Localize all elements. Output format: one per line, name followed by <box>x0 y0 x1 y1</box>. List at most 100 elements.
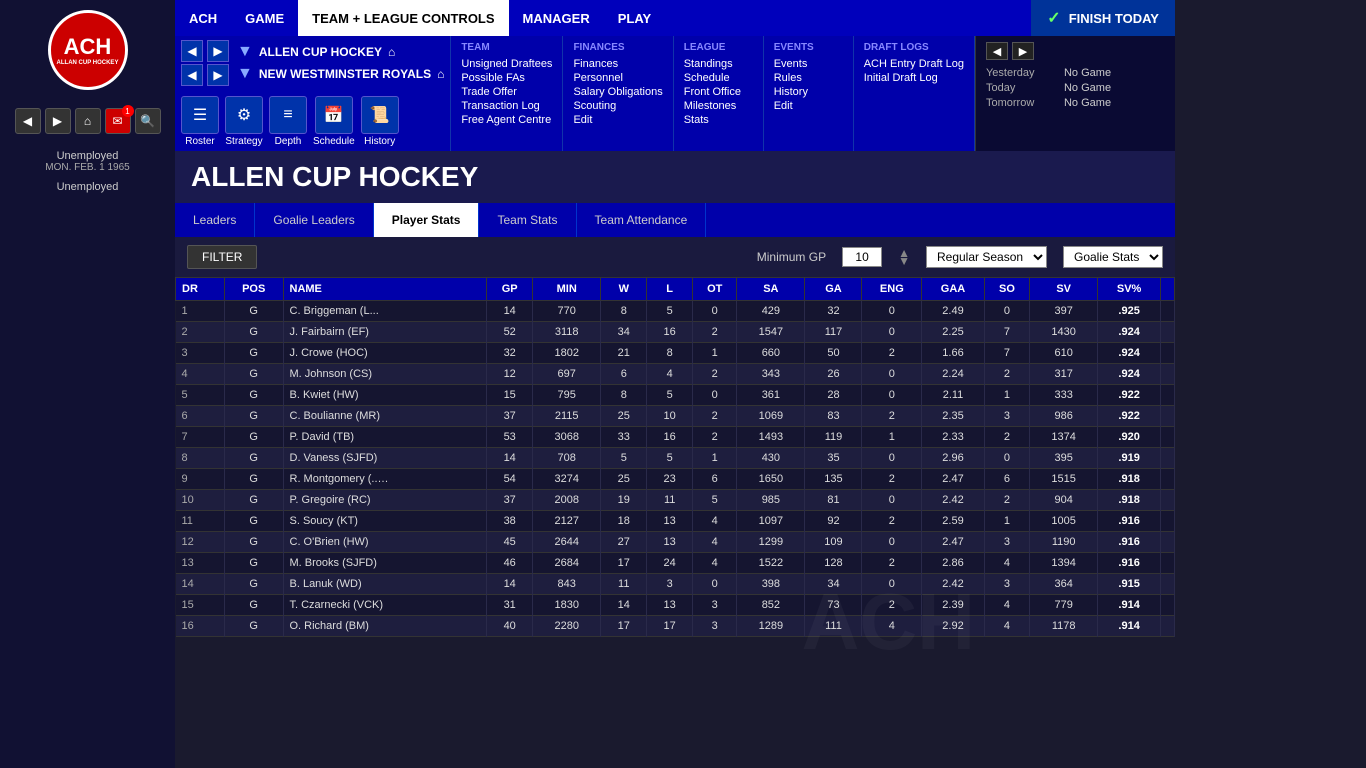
nav-play[interactable]: PLAY <box>604 0 665 36</box>
col-eng[interactable]: ENG <box>862 278 922 301</box>
events-menu-rules[interactable]: Rules <box>774 71 843 85</box>
table-row[interactable]: 16 G O. Richard (BM) 40 2280 17 17 3 128… <box>176 616 1175 637</box>
games-nav-next[interactable]: ▶ <box>1012 42 1034 60</box>
col-name[interactable]: NAME <box>283 278 487 301</box>
col-gaa[interactable]: GAA <box>922 278 985 301</box>
events-menu-history[interactable]: History <box>774 85 843 99</box>
tab-team-stats[interactable]: Team Stats <box>479 203 576 237</box>
finances-menu-finances[interactable]: Finances <box>573 57 662 71</box>
table-row[interactable]: 12 G C. O'Brien (HW) 45 2644 27 13 4 129… <box>176 532 1175 553</box>
table-row[interactable]: 8 G D. Vaness (SJFD) 14 708 5 5 1 430 35… <box>176 448 1175 469</box>
table-row[interactable]: 10 G P. Gregoire (RC) 37 2008 19 11 5 98… <box>176 490 1175 511</box>
events-menu-events[interactable]: Events <box>774 57 843 71</box>
nav-prev-next[interactable]: ◀ ▶ ⌂ ✉1 🔍 <box>15 108 161 134</box>
table-row[interactable]: 11 G S. Soucy (KT) 38 2127 18 13 4 1097 … <box>176 511 1175 532</box>
col-min[interactable]: MIN <box>533 278 601 301</box>
table-row[interactable]: 4 G M. Johnson (CS) 12 697 6 4 2 343 26 … <box>176 364 1175 385</box>
cell-l: 17 <box>647 616 693 637</box>
league-menu-schedule[interactable]: Schedule <box>684 71 753 85</box>
col-sv[interactable]: SV <box>1030 278 1098 301</box>
finances-menu-scouting[interactable]: Scouting <box>573 99 662 113</box>
cell-ot: 1 <box>693 343 737 364</box>
table-row[interactable]: 15 G T. Czarnecki (VCK) 31 1830 14 13 3 … <box>176 595 1175 616</box>
cell-gp: 40 <box>487 616 533 637</box>
cell-svp: .919 <box>1098 448 1161 469</box>
col-pos[interactable]: POS <box>224 278 283 301</box>
table-row[interactable]: 2 G J. Fairbairn (EF) 52 3118 34 16 2 15… <box>176 322 1175 343</box>
new-west-link[interactable]: NEW WESTMINSTER ROYALS <box>259 67 431 81</box>
table-row[interactable]: 13 G M. Brooks (SJFD) 46 2684 17 24 4 15… <box>176 553 1175 574</box>
nav-ach[interactable]: ACH <box>175 0 231 36</box>
tab-leaders[interactable]: Leaders <box>175 203 255 237</box>
table-row[interactable]: 5 G B. Kwiet (HW) 15 795 8 5 0 361 28 0 … <box>176 385 1175 406</box>
scroll-col <box>1160 278 1174 301</box>
cell-dr: 16 <box>176 616 225 637</box>
toolbar-strategy[interactable]: ⚙ Strategy <box>225 96 263 147</box>
nav-manager[interactable]: MANAGER <box>509 0 604 36</box>
nav-arrow-up-right[interactable]: ▶ <box>207 40 229 62</box>
team-menu-transaction-log[interactable]: Transaction Log <box>461 99 552 113</box>
stat-type-select[interactable]: Goalie Stats Skater Stats <box>1063 246 1163 268</box>
finances-menu-edit[interactable]: Edit <box>573 113 662 127</box>
finances-menu-salary[interactable]: Salary Obligations <box>573 85 662 99</box>
team-menu-possible-fas[interactable]: Possible FAs <box>461 71 552 85</box>
nav-arrow-down-left[interactable]: ◀ <box>181 64 203 86</box>
cell-eng: 0 <box>862 574 922 595</box>
nav-arrow-down-right[interactable]: ▶ <box>207 64 229 86</box>
cell-l: 3 <box>647 574 693 595</box>
table-row[interactable]: 7 G P. David (TB) 53 3068 33 16 2 1493 1… <box>176 427 1175 448</box>
season-select[interactable]: Regular Season Playoffs <box>926 246 1047 268</box>
col-sa[interactable]: SA <box>737 278 805 301</box>
events-menu-edit[interactable]: Edit <box>774 99 843 113</box>
cell-l: 13 <box>647 532 693 553</box>
tab-player-stats[interactable]: Player Stats <box>374 203 480 237</box>
toolbar-depth[interactable]: ≡ Depth <box>269 96 307 147</box>
col-so[interactable]: SO <box>984 278 1029 301</box>
logo-ach-text: ACH <box>64 34 112 60</box>
col-svp[interactable]: SV% <box>1098 278 1161 301</box>
table-row[interactable]: 1 G C. Briggeman (L... 14 770 8 5 0 429 … <box>176 301 1175 322</box>
nav-team-league[interactable]: TEAM + LEAGUE CONTROLS <box>298 0 508 36</box>
min-gp-input[interactable] <box>842 247 882 267</box>
team-menu-unsigned[interactable]: Unsigned Draftees <box>461 57 552 71</box>
team-menu-trade-offer[interactable]: Trade Offer <box>461 85 552 99</box>
nav-back-btn[interactable]: ◀ <box>15 108 41 134</box>
table-row[interactable]: 9 G R. Montgomery (..… 54 3274 25 23 6 1… <box>176 469 1175 490</box>
col-ga[interactable]: GA <box>805 278 862 301</box>
league-menu-standings[interactable]: Standings <box>684 57 753 71</box>
nav-forward-btn[interactable]: ▶ <box>45 108 71 134</box>
draft-logs-initial[interactable]: Initial Draft Log <box>864 71 964 85</box>
nav-game[interactable]: GAME <box>231 0 298 36</box>
col-w[interactable]: W <box>601 278 647 301</box>
tab-goalie-leaders[interactable]: Goalie Leaders <box>255 203 373 237</box>
league-menu-milestones[interactable]: Milestones <box>684 99 753 113</box>
games-nav-prev[interactable]: ◀ <box>986 42 1008 60</box>
tab-team-attendance[interactable]: Team Attendance <box>577 203 707 237</box>
cell-svp: .916 <box>1098 511 1161 532</box>
table-row[interactable]: 3 G J. Crowe (HOC) 32 1802 21 8 1 660 50… <box>176 343 1175 364</box>
team-menu-free-agent[interactable]: Free Agent Centre <box>461 113 552 127</box>
nav-mail-btn[interactable]: ✉1 <box>105 108 131 134</box>
stats-table-container[interactable]: ACH DR POS NAME GP MIN W L OT SA GA ENG <box>175 277 1175 768</box>
finances-menu-personnel[interactable]: Personnel <box>573 71 662 85</box>
finish-today-button[interactable]: ✓ FINISH TODAY <box>1031 0 1175 36</box>
allen-cup-link[interactable]: ALLEN CUP HOCKEY <box>259 45 382 59</box>
toolbar-roster[interactable]: ☰ Roster <box>181 96 219 147</box>
toolbar-schedule[interactable]: 📅 Schedule <box>313 96 355 147</box>
toolbar-history[interactable]: 📜 History <box>361 96 399 147</box>
league-menu-front-office[interactable]: Front Office <box>684 85 753 99</box>
min-gp-spinner[interactable]: ▲▼ <box>898 249 910 265</box>
col-ot[interactable]: OT <box>693 278 737 301</box>
nav-search-btn[interactable]: 🔍 <box>135 108 161 134</box>
col-l[interactable]: L <box>647 278 693 301</box>
col-dr[interactable]: DR <box>176 278 225 301</box>
league-menu-stats[interactable]: Stats <box>684 113 753 127</box>
col-gp[interactable]: GP <box>487 278 533 301</box>
nav-home-btn[interactable]: ⌂ <box>75 108 101 134</box>
draft-logs-ach[interactable]: ACH Entry Draft Log <box>864 57 964 71</box>
table-row[interactable]: 14 G B. Lanuk (WD) 14 843 11 3 0 398 34 … <box>176 574 1175 595</box>
cell-so: 4 <box>984 553 1029 574</box>
nav-arrow-up-left[interactable]: ◀ <box>181 40 203 62</box>
table-row[interactable]: 6 G C. Boulianne (MR) 37 2115 25 10 2 10… <box>176 406 1175 427</box>
filter-button[interactable]: FILTER <box>187 245 257 269</box>
